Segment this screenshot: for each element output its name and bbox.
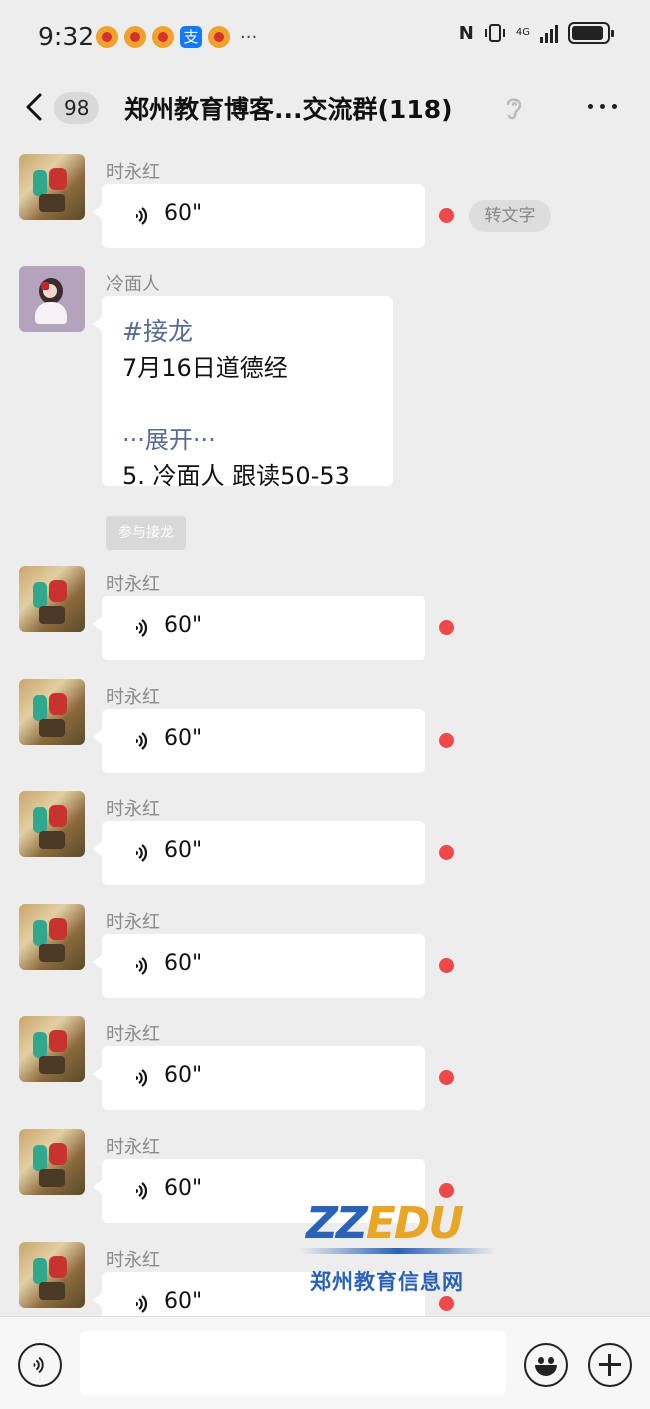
voice-icon	[136, 732, 148, 750]
avatar[interactable]	[19, 1129, 85, 1195]
voice-icon	[136, 207, 148, 225]
message-item: 冷面人 #接龙 7月16日道德经 ···展开··· 5. 冷面人 跟读50-53…	[0, 256, 650, 556]
voice-duration: 60"	[164, 838, 203, 863]
battery-icon	[568, 22, 614, 44]
sender-name: 冷面人	[106, 274, 160, 295]
message-item: 时永红 60"	[0, 669, 650, 781]
weibo-icon	[124, 26, 146, 48]
status-bar: 9:32 支 ··· N 4G	[0, 0, 650, 72]
voice-message-bubble[interactable]: 60"	[93, 709, 425, 773]
ear-icon[interactable]	[503, 94, 525, 122]
voice-message-bubble[interactable]: 60"	[93, 596, 425, 660]
sender-name: 时永红	[106, 1137, 160, 1158]
unread-dot	[439, 958, 454, 973]
avatar[interactable]	[19, 791, 85, 857]
avatar[interactable]	[19, 266, 85, 332]
sender-name: 时永红	[106, 799, 160, 820]
avatar[interactable]	[19, 566, 85, 632]
chat-header: 98 郑州教育博客...交流群(118)	[0, 72, 650, 144]
voice-message-bubble[interactable]: 60"	[93, 934, 425, 998]
convert-to-text-button[interactable]: 转文字	[469, 200, 551, 232]
unread-dot	[439, 733, 454, 748]
message-item: 时永红 60"	[0, 556, 650, 668]
voice-icon	[136, 1182, 148, 1200]
back-icon[interactable]	[22, 92, 48, 122]
more-options-icon[interactable]	[588, 104, 617, 109]
avatar[interactable]	[19, 1242, 85, 1308]
relay-message-bubble[interactable]: #接龙 7月16日道德经 ···展开··· 5. 冷面人 跟读50-53	[93, 296, 393, 490]
message-input[interactable]	[80, 1331, 506, 1395]
voice-icon	[33, 1356, 44, 1374]
message-item: 时永红 60"	[0, 1006, 650, 1118]
voice-duration: 60"	[164, 201, 203, 226]
voice-message-bubble[interactable]: 60"	[93, 184, 425, 248]
sender-name: 时永红	[106, 1024, 160, 1045]
sender-name: 时永红	[106, 1250, 160, 1271]
voice-duration: 60"	[164, 726, 203, 751]
input-bar	[0, 1316, 650, 1409]
avatar[interactable]	[19, 154, 85, 220]
emoji-icon[interactable]	[524, 1343, 568, 1387]
voice-icon	[136, 1069, 148, 1087]
weibo-icon	[152, 26, 174, 48]
logo-swoosh	[300, 1248, 496, 1254]
message-item: 时永红 60" 转文字	[0, 144, 650, 256]
unread-dot	[439, 208, 454, 223]
voice-input-toggle[interactable]	[18, 1343, 62, 1387]
weibo-icon	[208, 26, 230, 48]
vibrate-icon	[484, 24, 505, 42]
avatar[interactable]	[19, 1016, 85, 1082]
unread-count-badge[interactable]: 98	[54, 92, 100, 124]
chat-title: 郑州教育博客...交流群(118)	[124, 95, 453, 124]
nfc-icon: N	[458, 22, 474, 44]
weibo-icon	[96, 26, 118, 48]
voice-duration: 60"	[164, 951, 203, 976]
network-type: 4G	[515, 27, 530, 38]
relay-expand-link[interactable]: ···展开···	[122, 420, 216, 455]
sender-name: 时永红	[106, 912, 160, 933]
voice-icon	[136, 619, 148, 637]
sender-name: 时永红	[106, 162, 160, 183]
voice-duration: 60"	[164, 1176, 203, 1201]
unread-dot	[439, 1070, 454, 1085]
zzedu-watermark: ZZEDU 郑州教育信息网	[300, 1198, 500, 1302]
zzedu-logo: ZZEDU	[306, 1198, 464, 1249]
voice-icon	[136, 957, 148, 975]
unread-dot	[439, 1183, 454, 1198]
voice-duration: 60"	[164, 613, 203, 638]
relay-topic: 7月16日道德经	[122, 354, 288, 382]
avatar[interactable]	[19, 679, 85, 745]
relay-entry: 5. 冷面人 跟读50-53	[122, 462, 350, 490]
sender-name: 时永红	[106, 574, 160, 595]
alipay-icon: 支	[180, 26, 202, 48]
plus-icon[interactable]	[588, 1343, 632, 1387]
join-relay-button[interactable]: 参与接龙	[106, 516, 186, 550]
voice-icon	[136, 844, 148, 862]
message-item: 时永红 60"	[0, 894, 650, 1006]
voice-duration: 60"	[164, 1289, 203, 1314]
message-item: 时永红 60"	[0, 781, 650, 893]
status-right: N 4G	[458, 22, 614, 44]
avatar[interactable]	[19, 904, 85, 970]
status-time: 9:32	[38, 22, 95, 51]
unread-dot	[439, 620, 454, 635]
more-notifications: ···	[240, 26, 258, 48]
sender-name: 时永红	[106, 687, 160, 708]
relay-tag[interactable]: #接龙	[122, 312, 193, 348]
watermark-text: 郑州教育信息网	[310, 1270, 464, 1294]
unread-dot	[439, 845, 454, 860]
voice-icon	[136, 1295, 148, 1313]
notification-icons: 支 ···	[96, 26, 257, 48]
signal-icon	[540, 23, 558, 43]
voice-message-bubble[interactable]: 60"	[93, 821, 425, 885]
message-list[interactable]: 时永红 60" 转文字 冷面人 #接龙 7月16日道德经 ···展开··· 5.…	[0, 144, 650, 1316]
voice-message-bubble[interactable]: 60"	[93, 1046, 425, 1110]
voice-duration: 60"	[164, 1063, 203, 1088]
